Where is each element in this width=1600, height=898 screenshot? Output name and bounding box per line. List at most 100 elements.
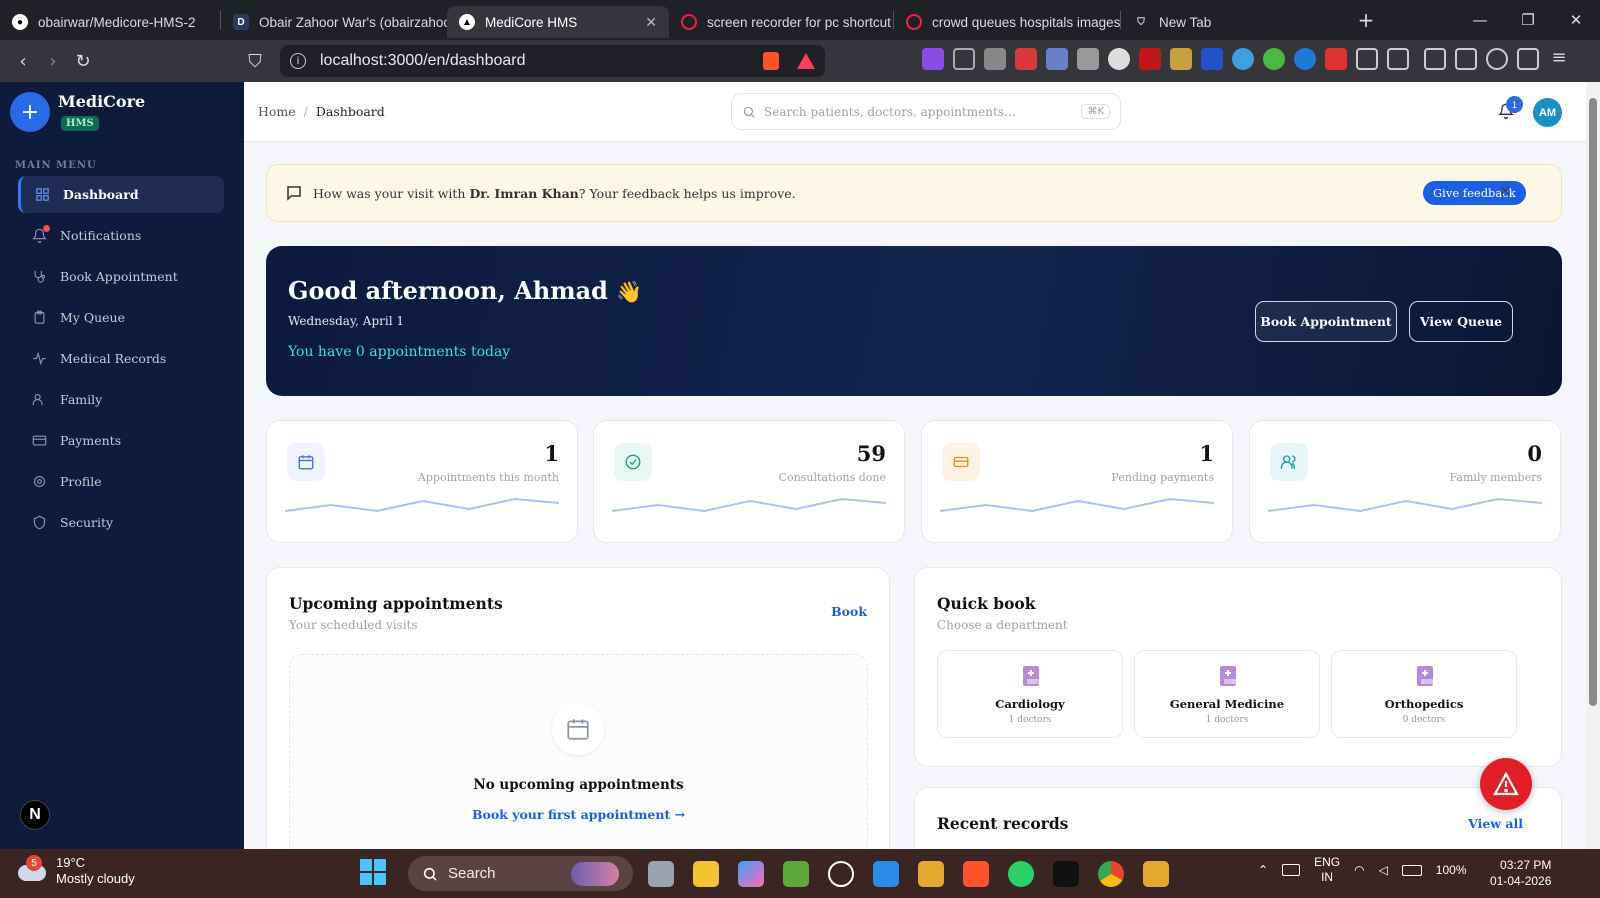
brave-browser-icon[interactable] — [963, 861, 989, 887]
brave-rewards-icon[interactable] — [797, 53, 815, 69]
sidebar-item-payments[interactable]: Payments — [18, 422, 224, 459]
file-explorer-icon[interactable] — [693, 861, 719, 887]
book-first-appointment-link[interactable]: Book your first appointment → — [290, 807, 867, 822]
sidebar-item-book-appointment[interactable]: Book Appointment — [18, 258, 224, 295]
bookmark-icon[interactable]: ⛉ — [240, 46, 270, 76]
sidebar-item-dashboard[interactable]: Dashboard — [18, 176, 224, 213]
close-icon[interactable]: ✕ — [1499, 182, 1512, 200]
close-tab-icon[interactable]: ✕ — [645, 14, 657, 31]
search-placeholder: Search patients, doctors, appointments… — [764, 104, 1016, 119]
windows-start-icon[interactable] — [360, 859, 386, 885]
chrome-icon[interactable] — [1098, 861, 1124, 887]
task-view-icon[interactable] — [648, 861, 674, 887]
browser-tab[interactable]: screen recorder for pc shortcut — [669, 6, 893, 38]
extension-icon[interactable] — [1294, 48, 1316, 70]
book-appointment-button[interactable]: Book Appointment — [1255, 301, 1397, 342]
extension-icon[interactable] — [1170, 48, 1192, 70]
search-input[interactable]: Search patients, doctors, appointments… … — [731, 93, 1121, 130]
extension-icon[interactable] — [1325, 48, 1347, 70]
git-icon[interactable] — [1143, 861, 1169, 887]
page-scrollbar[interactable] — [1586, 82, 1600, 849]
extension-icon[interactable] — [1201, 48, 1223, 70]
avatar[interactable]: AM — [1533, 98, 1562, 127]
brand-badge: HMS — [61, 116, 99, 131]
scrollbar-thumb[interactable] — [1589, 98, 1597, 706]
card-icon — [32, 435, 47, 446]
sidebar-item-medical-records[interactable]: Medical Records — [18, 340, 224, 377]
users-icon — [32, 393, 43, 406]
next-dev-badge[interactable]: N — [20, 800, 50, 830]
calendar-icon — [287, 443, 325, 481]
extension-icon[interactable] — [953, 48, 975, 70]
quick-book-card: Quick book Choose a department Cardiolog… — [914, 567, 1562, 767]
info-icon[interactable]: i — [290, 53, 306, 69]
breadcrumb-separator: / — [303, 104, 308, 119]
whatsapp-icon[interactable] — [1008, 861, 1034, 887]
sidebar-item-profile[interactable]: Profile — [18, 463, 224, 500]
extension-icon[interactable] — [1077, 48, 1099, 70]
maximize-icon[interactable]: ❐ — [1504, 0, 1552, 40]
chatgpt-icon[interactable] — [828, 861, 854, 887]
department-general-medicine[interactable]: General Medicine 1 doctors — [1134, 650, 1320, 738]
extension-icon[interactable] — [1108, 48, 1130, 70]
sidebar-icon[interactable] — [1424, 48, 1446, 70]
sidebar-item-security[interactable]: Security — [18, 504, 224, 541]
language-indicator[interactable]: ENG IN — [1314, 855, 1340, 885]
wifi-icon[interactable]: ◠ — [1354, 863, 1364, 877]
browser-tab[interactable]: ⛉ New Tab — [1121, 6, 1351, 38]
sidebar-item-notifications[interactable]: Notifications — [18, 217, 224, 254]
brave-shield-icon[interactable] — [763, 52, 779, 70]
browser-tab[interactable]: D Obair Zahoor War's (obairzahoo — [221, 6, 447, 38]
keyboard-icon[interactable] — [1282, 864, 1301, 876]
department-name: General Medicine — [1169, 697, 1285, 711]
copilot-icon[interactable] — [738, 861, 764, 887]
department-orthopedics[interactable]: Orthopedics 0 doctors — [1331, 650, 1517, 738]
extension-icon[interactable] — [922, 48, 944, 70]
extension-icon[interactable] — [984, 48, 1006, 70]
close-window-icon[interactable]: ✕ — [1552, 0, 1600, 40]
vscode-icon[interactable] — [873, 861, 899, 887]
menu-icon[interactable]: ≡ — [1548, 48, 1570, 70]
view-queue-button[interactable]: View Queue — [1409, 301, 1513, 342]
git-icon[interactable] — [918, 861, 944, 887]
department-cardiology[interactable]: Cardiology 1 doctors — [937, 650, 1123, 738]
extension-icon[interactable] — [1232, 48, 1254, 70]
volume-icon[interactable]: ◁ — [1379, 863, 1388, 877]
app-icon[interactable] — [1053, 861, 1079, 887]
vpn-icon[interactable] — [1517, 48, 1539, 70]
extension-icon[interactable] — [1139, 48, 1161, 70]
leo-icon[interactable] — [1486, 48, 1508, 70]
extension-icon[interactable] — [1046, 48, 1068, 70]
view-all-link[interactable]: View all — [1468, 816, 1523, 831]
book-link[interactable]: Book — [831, 604, 867, 619]
browser-tab[interactable]: crowd queues hospitals images — [894, 6, 1120, 38]
clock[interactable]: 03:27 PM 01-04-2026 — [1490, 857, 1551, 889]
stat-label: Appointments this month — [417, 471, 559, 484]
logo-icon[interactable]: + — [10, 92, 50, 132]
forward-icon[interactable]: › — [38, 46, 68, 76]
sidebar-item-family[interactable]: Family — [18, 381, 224, 418]
breadcrumb-home[interactable]: Home — [258, 104, 296, 119]
reload-icon[interactable]: ↻ — [68, 46, 98, 76]
weather-widget[interactable]: 5 19°C Mostly cloudy — [18, 855, 135, 887]
stat-value: 1 — [544, 441, 559, 466]
wallet-icon[interactable] — [1455, 48, 1477, 70]
minimize-icon[interactable]: — — [1456, 0, 1504, 40]
puzzle-icon[interactable] — [1356, 48, 1378, 70]
taskbar-search[interactable]: Search — [408, 856, 633, 891]
address-bar[interactable]: i localhost:3000/en/dashboard — [280, 45, 825, 77]
chevron-up-icon[interactable]: ⌃ — [1258, 863, 1268, 877]
sidebar-item-my-queue[interactable]: My Queue — [18, 299, 224, 336]
recent-records-card: Recent records View all — [914, 787, 1562, 849]
emergency-button[interactable] — [1480, 758, 1532, 810]
shield-icon: ⛉ — [1137, 16, 1145, 28]
browser-tab[interactable]: ● obairwar/Medicore-HMS-2 — [0, 6, 220, 38]
browser-tab-active[interactable]: ▲ MediCore HMS ✕ — [447, 6, 669, 38]
battery-icon[interactable] — [1401, 864, 1422, 876]
new-tab-button[interactable]: + — [1351, 5, 1381, 35]
screenshot-icon[interactable] — [1387, 48, 1409, 70]
app-icon[interactable] — [783, 861, 809, 887]
extension-icon[interactable] — [1015, 48, 1037, 70]
extension-icon[interactable] — [1263, 48, 1285, 70]
back-icon[interactable]: ‹ — [8, 46, 38, 76]
